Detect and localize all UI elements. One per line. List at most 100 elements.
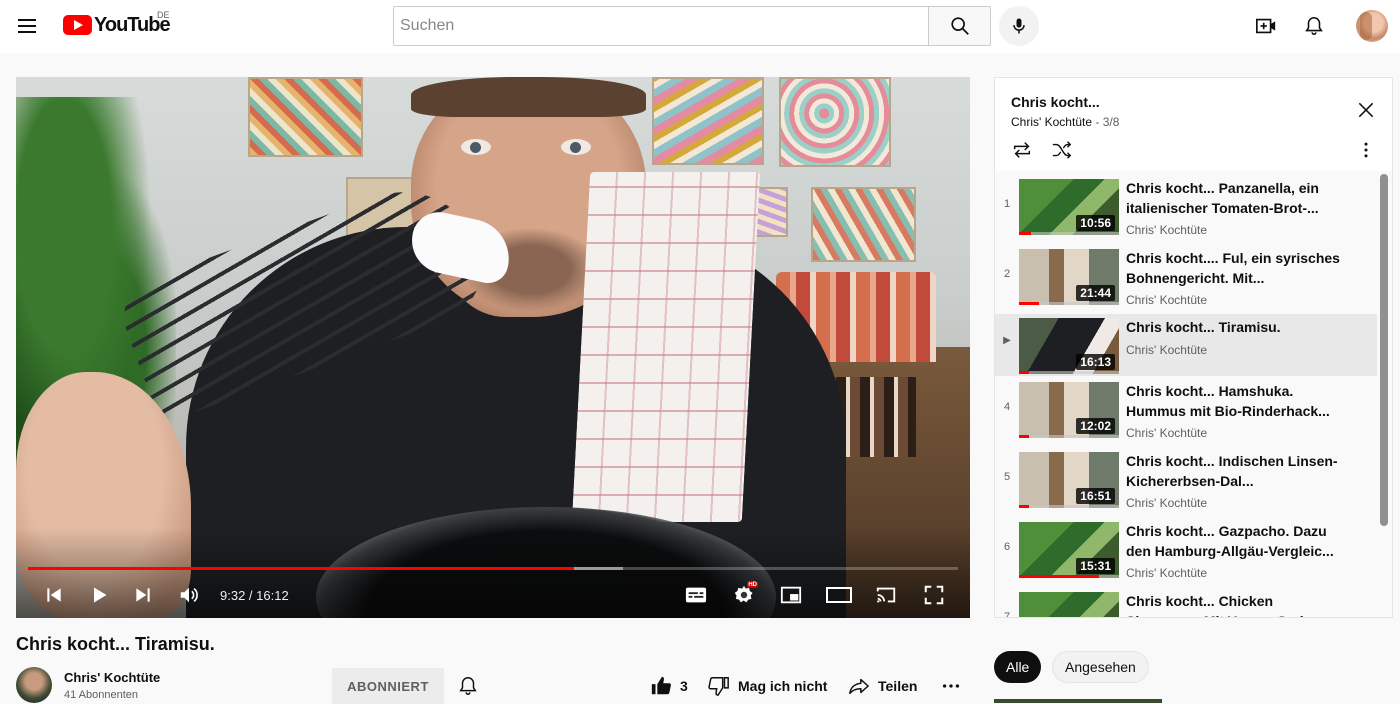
more-actions-button[interactable]: [940, 674, 962, 698]
subtitles-button[interactable]: [680, 581, 712, 609]
search-box: [393, 6, 991, 46]
dislike-label: Mag ich nicht: [738, 678, 828, 694]
playlist-item-thumbnail[interactable]: 10:56: [1019, 179, 1119, 235]
loop-playlist-button[interactable]: [1010, 138, 1034, 162]
playlist-item[interactable]: 6 15:31 Chris kocht... Gazpacho. Dazu den …: [995, 514, 1377, 582]
playlist-position: 3/8: [1102, 115, 1120, 129]
playlist-item[interactable]: 2 21:44 Chris kocht.... Ful, ein syrisches…: [995, 241, 1377, 309]
notifications-button[interactable]: [1302, 14, 1326, 38]
mute-button[interactable]: [173, 581, 205, 609]
dislike-button[interactable]: Mag ich nicht: [708, 674, 827, 698]
playlist-item-title[interactable]: Chris kocht.... Ful, ein syrisches Bohne…: [1126, 248, 1341, 288]
thumbs-up-icon: [651, 676, 671, 695]
skip-previous-icon: [47, 588, 61, 602]
subscribe-button[interactable]: ABONNIERT: [332, 668, 444, 704]
share-icon: [849, 678, 869, 695]
playlist-item-thumbnail[interactable]: [1019, 592, 1119, 617]
playlist-title[interactable]: Chris kocht...: [1011, 94, 1100, 110]
playlist-item-channel: Chris' Kochtüte: [1126, 496, 1207, 510]
subtitles-icon: [685, 587, 707, 603]
playlist-item-thumbnail[interactable]: 12:02: [1019, 382, 1119, 438]
playlist-item-thumbnail[interactable]: 15:31: [1019, 522, 1119, 578]
video-player[interactable]: 9:32 / 16:12 HD: [16, 77, 970, 618]
cast-button[interactable]: [870, 581, 902, 609]
skip-next-icon: [136, 588, 150, 602]
like-button[interactable]: 3: [650, 674, 688, 698]
menu-icon[interactable]: [16, 14, 40, 38]
playlist-subtitle: Chris' Kochtüte - 3/8: [1011, 115, 1120, 129]
playlist-item-title[interactable]: Chris kocht... Chicken Shawarma. Mit Yog…: [1126, 591, 1341, 617]
create-video-icon: [1256, 18, 1276, 34]
playlist-item-index: 2: [1003, 268, 1011, 280]
watched-progress-track: [1019, 232, 1119, 235]
duration-badge: 12:02: [1076, 418, 1115, 434]
playlist-item-title[interactable]: Chris kocht... Hamshuka. Hummus mit Bio-…: [1126, 381, 1341, 421]
account-avatar[interactable]: [1356, 10, 1388, 42]
bell-icon: [1305, 16, 1323, 36]
previous-button[interactable]: [38, 581, 70, 609]
next-button[interactable]: [127, 581, 159, 609]
fullscreen-icon: [924, 585, 944, 605]
like-count: 3: [680, 678, 688, 694]
search-button[interactable]: [928, 6, 991, 46]
playlist-item[interactable]: 7 Chris kocht... Chicken Shawarma. Mit Yo…: [995, 584, 1377, 617]
filter-chip-watched[interactable]: Angesehen: [1052, 651, 1149, 683]
playlist-item-title[interactable]: Chris kocht... Tiramisu.: [1126, 317, 1341, 337]
player-controls: 9:32 / 16:12 HD: [16, 577, 970, 613]
watched-progress-bar: [1019, 232, 1031, 235]
playlist-item[interactable]: 4 12:02 Chris kocht... Hamshuka. Hummus mi…: [995, 374, 1377, 442]
duration-badge: 21:44: [1076, 285, 1115, 301]
playlist-item-channel: Chris' Kochtüte: [1126, 343, 1207, 357]
playlist-channel[interactable]: Chris' Kochtüte: [1011, 115, 1092, 129]
watched-progress-bar: [1019, 575, 1099, 578]
recommendation-thumbnail[interactable]: [994, 699, 1162, 703]
playlist-item-thumbnail[interactable]: 21:44: [1019, 249, 1119, 305]
channel-avatar[interactable]: [16, 667, 52, 703]
playlist-scrollbar[interactable]: [1380, 174, 1388, 526]
bell-icon: [459, 677, 477, 695]
video-title: Chris kocht... Tiramisu.: [16, 634, 215, 654]
volume-icon: [180, 587, 198, 603]
now-playing-indicator: ▶: [1003, 335, 1011, 346]
create-video-button[interactable]: [1254, 14, 1278, 38]
playlist-item[interactable]: 5 16:51 Chris kocht... Indischen Linsen-Ki…: [995, 444, 1377, 512]
region-code: DE: [157, 10, 170, 20]
share-button[interactable]: Teilen: [848, 674, 917, 698]
voice-search-button[interactable]: [999, 6, 1039, 46]
playlist-item-thumbnail[interactable]: 16:13: [1019, 318, 1119, 374]
playlist-item-channel: Chris' Kochtüte: [1126, 426, 1207, 440]
playlist-item-channel: Chris' Kochtüte: [1126, 223, 1207, 237]
close-playlist-button[interactable]: [1354, 98, 1378, 122]
played-bar: [28, 567, 574, 570]
youtube-play-icon: [63, 15, 92, 35]
play-button[interactable]: [83, 581, 115, 609]
filter-chip-all[interactable]: Alle: [994, 651, 1042, 683]
duration-badge: 16:51: [1076, 488, 1115, 504]
watched-progress-track: [1019, 435, 1119, 438]
seek-bar[interactable]: [28, 567, 958, 570]
youtube-logo[interactable]: YouTube: [63, 13, 171, 37]
playlist-item[interactable]: ▶ 16:13 Chris kocht... Tiramisu. Chris' Koc…: [995, 314, 1377, 376]
fullscreen-button[interactable]: [918, 581, 950, 609]
shuffle-playlist-button[interactable]: [1050, 138, 1074, 162]
playlist-item-title[interactable]: Chris kocht... Panzanella, ein italienis…: [1126, 178, 1341, 218]
video-frame: [16, 77, 970, 618]
miniplayer-button[interactable]: [775, 581, 807, 609]
channel-name[interactable]: Chris' Kochtüte: [64, 670, 160, 685]
playlist-item-title[interactable]: Chris kocht... Gazpacho. Dazu den Hambur…: [1126, 521, 1341, 561]
channel-notification-button[interactable]: [456, 674, 480, 698]
theater-mode-icon: [826, 587, 852, 603]
search-input[interactable]: [393, 6, 928, 46]
more-horizontal-icon: [942, 684, 960, 688]
duration-badge: 10:56: [1076, 215, 1115, 231]
playlist-item-thumbnail[interactable]: 16:51: [1019, 452, 1119, 508]
playlist-menu-button[interactable]: [1354, 138, 1378, 162]
theater-mode-button[interactable]: [823, 581, 855, 609]
playlist-item-title[interactable]: Chris kocht... Indischen Linsen-Kicherer…: [1126, 451, 1341, 491]
search-icon: [950, 17, 969, 35]
watched-progress-track: [1019, 505, 1119, 508]
shuffle-icon: [1052, 141, 1072, 159]
settings-button[interactable]: HD: [728, 581, 760, 609]
duration-badge: 15:31: [1076, 558, 1115, 574]
playlist-item[interactable]: 1 10:56 Chris kocht... Panzanella, ein ita…: [995, 171, 1377, 239]
